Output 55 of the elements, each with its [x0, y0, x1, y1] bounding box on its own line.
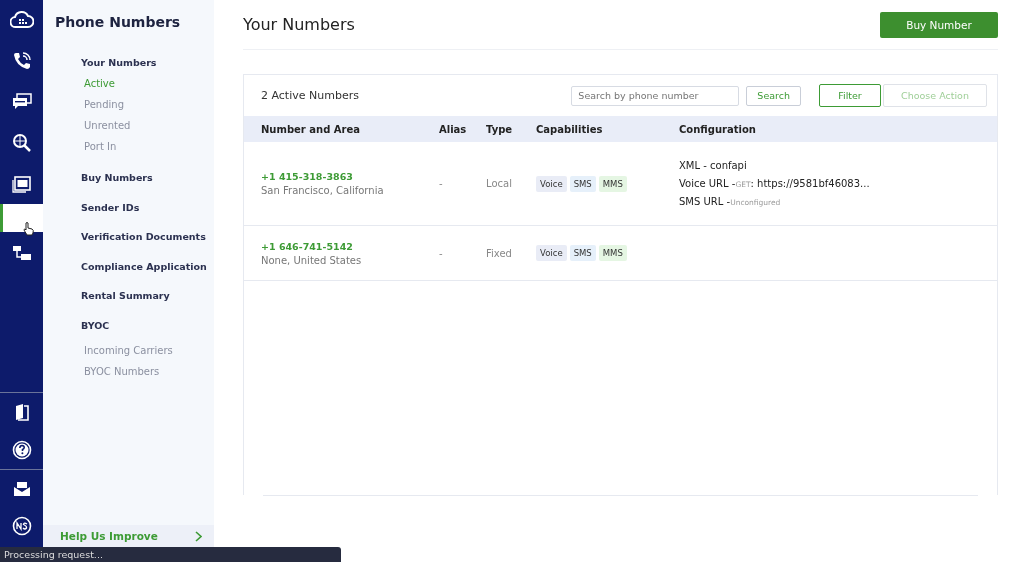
filter-button[interactable]: Filter	[819, 84, 881, 107]
capability-tag: SMS	[569, 175, 596, 192]
submenu-item[interactable]: Incoming Carriers	[84, 340, 214, 361]
chat-icon	[11, 92, 32, 111]
submenu-item[interactable]: BYOC Numbers	[84, 361, 214, 382]
chevron-right-icon	[195, 530, 202, 542]
menu-item[interactable]: Buy Numbers	[81, 163, 214, 193]
phone-number-link[interactable]: +1 646-741-5142	[261, 240, 439, 252]
help-icon	[11, 440, 32, 460]
search-button[interactable]: Search	[746, 85, 801, 106]
submenu-item[interactable]: Pending	[84, 94, 214, 115]
alias-cell-text: -	[439, 247, 444, 259]
sip-card-icon	[11, 174, 32, 193]
status-toast: Processing request...	[0, 547, 341, 562]
capability-tag: Voice	[536, 175, 567, 192]
page-title: Your Numbers	[243, 15, 355, 34]
capability-tag: MMS	[598, 175, 627, 192]
area-text: None, United States	[261, 254, 363, 266]
menu-item[interactable]: Sender IDs	[81, 192, 214, 222]
alias-cell-text: -	[439, 178, 444, 189]
column-header: Configuration	[679, 123, 757, 135]
column-header: Type	[486, 123, 514, 135]
active-count: 2 Active Numbers	[261, 89, 360, 102]
capability-tag: SMS	[569, 245, 596, 261]
hand-cursor-icon	[23, 222, 35, 236]
search-icon	[11, 132, 32, 153]
column-header: Alias	[439, 123, 468, 135]
buy-number-button[interactable]: Buy Number	[880, 11, 998, 38]
submenu-item[interactable]: Active	[84, 73, 214, 94]
book-icon	[13, 403, 30, 421]
submenu-item[interactable]: Unrented	[84, 115, 214, 136]
feedback-bar[interactable]: Help Us Improve	[43, 525, 214, 547]
capability-tag: Voice	[536, 245, 567, 261]
phone-number-link[interactable]: +1 415-318-3863	[261, 171, 439, 182]
config-line: XML - confapi	[679, 160, 748, 171]
submenu-item[interactable]: Port In	[84, 136, 214, 157]
flowchart-icon	[11, 244, 32, 261]
capability-tag: MMS	[598, 245, 627, 261]
type-cell-text: Fixed	[486, 247, 513, 259]
badge-icon	[11, 516, 32, 536]
mail-icon	[12, 480, 31, 497]
feedback-link[interactable]: Help Us Improve	[60, 530, 158, 542]
menu-item[interactable]: Your Numbers	[81, 47, 214, 73]
phone-icon	[11, 50, 32, 71]
type-cell-text: Local	[486, 178, 513, 189]
search-field[interactable]: Search by phone number	[571, 85, 740, 106]
sidebar-title: Phone Numbers	[54, 13, 182, 32]
column-header: Number and Area	[261, 123, 361, 135]
menu-item[interactable]: Compliance Application	[81, 251, 214, 281]
menu-item[interactable]: Rental Summary	[81, 281, 214, 311]
cloud-icon	[9, 10, 34, 30]
menu-item[interactable]: BYOC	[81, 310, 214, 340]
menu-item[interactable]: Verification Documents	[81, 222, 214, 252]
column-header: Capabilities	[536, 123, 604, 135]
area-text: San Francisco, California	[261, 185, 385, 196]
